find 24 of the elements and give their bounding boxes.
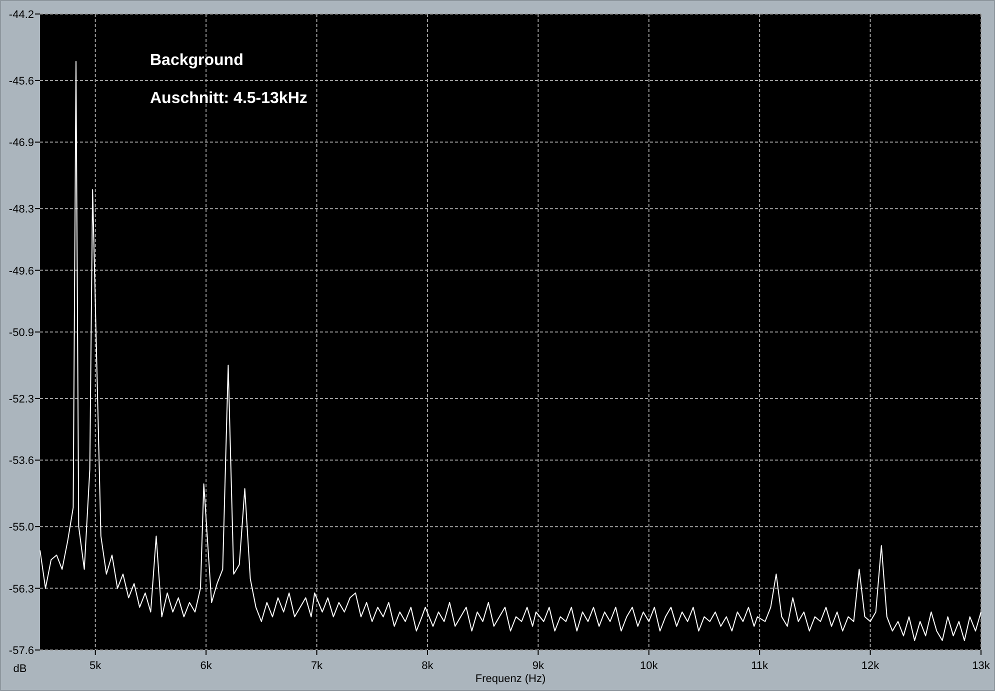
y-tick-label: -57.6 <box>8 645 34 657</box>
x-tick-label: 8k <box>422 660 434 672</box>
chart-annotation: Auschnitt: 4.5-13kHz <box>150 90 308 107</box>
x-tick-label: 6k <box>200 660 212 672</box>
x-axis-label: Frequenz (Hz) <box>475 673 546 685</box>
y-tick-label: -56.3 <box>8 583 34 596</box>
y-tick-label: -53.6 <box>8 455 34 468</box>
y-tick-label: -50.9 <box>8 327 34 339</box>
y-tick-label: -48.3 <box>8 204 34 216</box>
y-axis-label: dB <box>13 663 27 675</box>
x-tick-label: 13k <box>972 660 990 672</box>
x-tick-label: 5k <box>90 660 102 672</box>
x-tick-label: 7k <box>310 660 323 672</box>
y-tick-label: -55.0 <box>8 522 34 534</box>
y-tick-label: -52.3 <box>8 393 34 406</box>
y-tick-label: -44.2 <box>8 9 34 21</box>
x-tick-label: 11k <box>751 660 768 672</box>
y-tick-label: -49.6 <box>8 265 34 278</box>
x-tick-label: 9k <box>532 660 544 672</box>
y-tick-label: -45.6 <box>8 75 34 88</box>
y-tick-label: -46.9 <box>8 137 34 150</box>
x-tick-label: 12k <box>861 660 880 672</box>
x-tick-label: 10k <box>640 660 658 672</box>
series-name: Background <box>150 52 244 69</box>
